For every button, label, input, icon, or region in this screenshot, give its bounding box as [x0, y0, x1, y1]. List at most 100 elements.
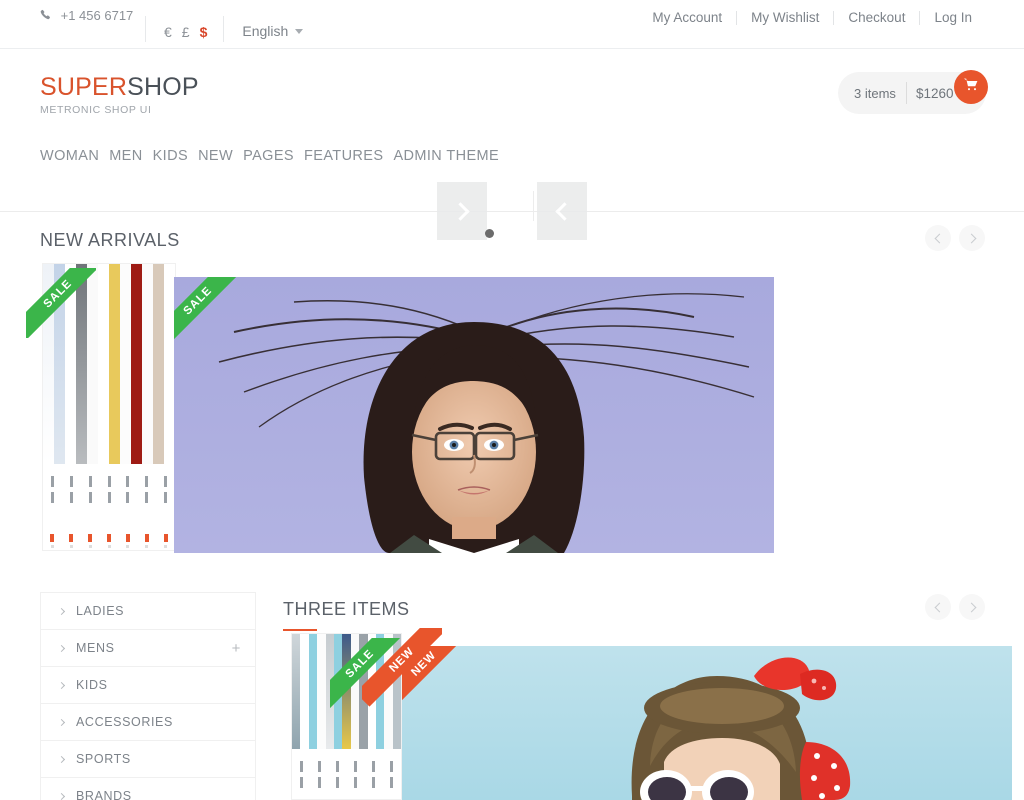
nav-item-woman[interactable]: WOMAN [40, 148, 99, 164]
three-items-next-button[interactable] [959, 594, 985, 620]
new-arrivals-next-button[interactable] [959, 225, 985, 251]
link-my-wishlist[interactable]: My Wishlist [737, 10, 833, 25]
product-title [81, 476, 100, 524]
product-price [43, 534, 62, 550]
currency-pound[interactable]: £ [182, 24, 190, 40]
product-thumb[interactable] [142, 264, 153, 464]
product-title [100, 476, 119, 524]
product-title [310, 761, 328, 799]
top-bar-left: +1 456 6717 € £ $ English [40, 8, 304, 42]
sale-ribbon: SALE [174, 277, 245, 348]
hero-product-image[interactable]: SALE [174, 277, 774, 553]
sidebar-item-label: SPORTS [76, 752, 131, 766]
header-divider [0, 211, 1024, 212]
chevron-left-icon [934, 233, 944, 243]
section-title-text: THREE ITEMS [283, 599, 410, 619]
new-arrivals-carousel-controls [925, 225, 985, 251]
sidebar-item-label: LADIES [76, 604, 125, 618]
chevron-right-icon [966, 233, 976, 243]
logo-text-shop: SHOP [127, 73, 199, 101]
phone-icon [40, 9, 52, 25]
sidebar-item-brands[interactable]: BRANDS [41, 778, 255, 800]
site-header: SUPERSHOP METRONIC SHOP UI 3 items $1260… [0, 49, 1024, 221]
hero-photo [174, 277, 774, 553]
cart-total: $1260 [916, 85, 954, 101]
chevron-right-icon [966, 602, 976, 612]
product-titles [43, 464, 175, 524]
product-thumb[interactable] [300, 634, 309, 749]
sidebar-item-accessories[interactable]: ACCESSORIES [41, 704, 255, 741]
product-title [62, 476, 81, 524]
product-thumb[interactable] [98, 264, 109, 464]
product-thumb[interactable] [308, 634, 318, 749]
cart-widget[interactable]: 3 items $1260 [838, 70, 988, 114]
product-thumb[interactable] [292, 634, 301, 749]
plus-icon[interactable]: + [232, 641, 241, 656]
product-thumb[interactable] [153, 264, 164, 464]
pinup-photo [402, 646, 1012, 800]
section-title-accent [283, 629, 317, 631]
product-thumb[interactable] [131, 264, 142, 464]
link-log-in[interactable]: Log In [920, 10, 986, 25]
hero-carousel-prev-button[interactable] [537, 182, 587, 240]
sidebar-item-label: BRANDS [76, 789, 132, 800]
section-title-new-arrivals: NEW ARRIVALS [40, 230, 180, 251]
section-title-three-items: THREE ITEMS [283, 599, 410, 631]
product-price [137, 534, 156, 550]
cart-button[interactable] [954, 70, 988, 104]
logo-tagline: METRONIC SHOP UI [40, 104, 152, 116]
main-nav-list: WOMAN MEN KIDS NEW PAGES FEATURES ADMIN … [40, 146, 540, 166]
chevron-down-icon [295, 28, 304, 34]
product-price [62, 534, 81, 550]
product-title [43, 476, 62, 524]
sidebar-item-label: ACCESSORIES [76, 715, 173, 729]
product-title [292, 761, 310, 799]
nav-item-kids[interactable]: KIDS [153, 148, 188, 164]
product-thumb[interactable] [120, 264, 131, 464]
chevron-left-icon [934, 602, 944, 612]
new-arrivals-prev-button[interactable] [925, 225, 951, 251]
phone-number: +1 456 6717 [40, 8, 145, 25]
chevron-left-icon [554, 201, 574, 221]
main-navigation: WOMAN MEN KIDS NEW PAGES FEATURES ADMIN … [40, 146, 540, 166]
language-selector[interactable]: English [242, 23, 304, 39]
top-bar: +1 456 6717 € £ $ English My Account My … [0, 0, 1024, 49]
top-bar-links: My Account My Wishlist Checkout Log In [638, 10, 986, 25]
category-sidebar: LADIES MENS + KIDS ACCESSORIES SPORTS BR… [40, 592, 256, 800]
sidebar-item-kids[interactable]: KIDS [41, 667, 255, 704]
product-thumb[interactable] [317, 634, 326, 749]
product-price [100, 534, 119, 550]
three-items-feature-image[interactable]: NEW [402, 646, 1012, 800]
product-title [118, 476, 137, 524]
language-label: English [242, 23, 289, 39]
sidebar-item-mens[interactable]: MENS + [41, 630, 255, 667]
link-checkout[interactable]: Checkout [834, 10, 919, 25]
divider [223, 16, 225, 42]
hero-carousel-indicator[interactable] [485, 229, 494, 238]
product-title [328, 761, 346, 799]
ribbon-container-new-top: NEW [362, 628, 442, 708]
chevron-right-icon [57, 644, 66, 652]
sidebar-item-ladies[interactable]: LADIES [41, 593, 255, 630]
product-title [137, 476, 156, 524]
currency-dollar[interactable]: $ [200, 24, 208, 40]
three-items-prev-button[interactable] [925, 594, 951, 620]
currency-euro[interactable]: € [164, 24, 172, 40]
product-title [156, 476, 175, 524]
nav-item-admin-theme[interactable]: ADMIN THEME [393, 148, 499, 164]
nav-item-pages[interactable]: PAGES [243, 148, 294, 164]
currency-switcher[interactable]: € £ $ [164, 24, 207, 40]
sidebar-item-sports[interactable]: SPORTS [41, 741, 255, 778]
nav-item-new[interactable]: NEW [198, 148, 233, 164]
logo[interactable]: SUPERSHOP METRONIC SHOP UI [40, 74, 199, 116]
product-title [365, 761, 383, 799]
nav-item-features[interactable]: FEATURES [304, 148, 383, 164]
hero-carousel-next-button[interactable] [437, 182, 487, 240]
product-thumb[interactable] [109, 264, 120, 464]
product-price [156, 534, 175, 550]
product-price [118, 534, 137, 550]
new-ribbon: NEW [362, 628, 442, 707]
cart-item-count: 3 items [854, 85, 896, 101]
nav-item-men[interactable]: MEN [109, 148, 142, 164]
link-my-account[interactable]: My Account [638, 10, 736, 25]
